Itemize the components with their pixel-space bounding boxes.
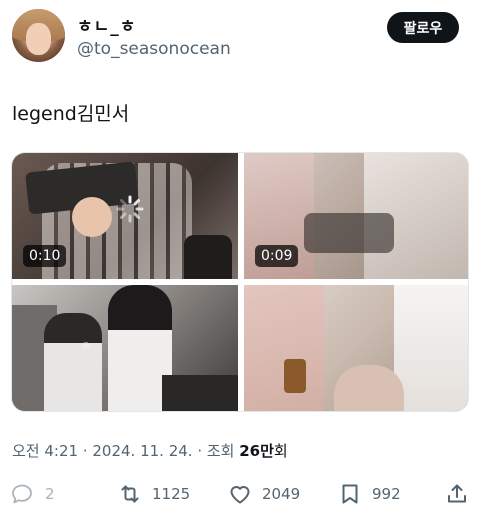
retweet-button[interactable]: 1125 — [118, 478, 190, 510]
tweet-meta: 오전 4:21 · 2024. 11. 24. · 조회 26만회 — [12, 440, 288, 461]
share-button[interactable] — [445, 478, 469, 510]
loading-spinner-icon — [116, 195, 144, 223]
timestamp[interactable]: 오전 4:21 · 2024. 11. 24. · 조회 — [12, 442, 239, 460]
media-image-4[interactable] — [244, 285, 468, 411]
tweet-text: legend김민서 — [12, 103, 130, 125]
bookmark-button[interactable]: 992 — [338, 478, 401, 510]
retweet-icon — [121, 485, 139, 503]
view-unit: 회 — [273, 442, 288, 460]
avatar[interactable] — [12, 9, 65, 62]
bookmark-count: 992 — [372, 485, 401, 503]
reply-count: 2 — [45, 485, 55, 503]
like-button[interactable]: 2049 — [228, 478, 300, 510]
retweet-count: 1125 — [152, 485, 191, 503]
action-bar: 2 1125 2049 992 — [0, 478, 480, 510]
like-count: 2049 — [262, 485, 301, 503]
follow-button[interactable]: 팔로우 — [387, 12, 459, 43]
avatar-face — [26, 23, 51, 55]
display-name[interactable]: ㅎㄴ_ㅎ — [77, 12, 136, 37]
media-video-2[interactable]: 0:09 — [244, 153, 468, 279]
video-duration: 0:10 — [23, 245, 67, 267]
heart-icon — [230, 486, 250, 504]
bookmark-icon — [342, 484, 358, 504]
reply-button[interactable]: 2 — [10, 478, 55, 510]
reply-icon — [12, 484, 32, 504]
media-grid: 0:10 0:09 ◎ — [11, 152, 469, 412]
user-handle[interactable]: @to_seasonocean — [77, 39, 231, 59]
media-video-1[interactable]: 0:10 — [12, 153, 238, 279]
view-count: 26만 — [239, 442, 274, 460]
media-image-3[interactable]: ◎ — [12, 285, 238, 411]
share-icon — [448, 484, 466, 503]
video-duration: 0:09 — [255, 245, 299, 267]
watermark: ◎ — [82, 341, 90, 351]
